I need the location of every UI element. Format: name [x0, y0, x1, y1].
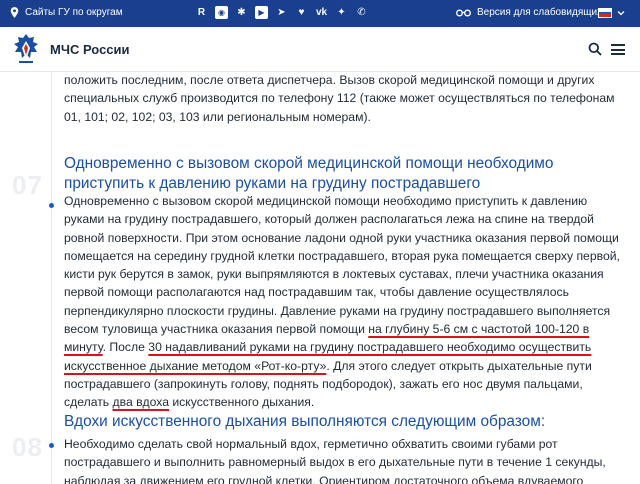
- intro-paragraph: положить последним, после ответа диспетч…: [64, 73, 615, 124]
- accessibility-version-link[interactable]: Версия для слабовидящих: [456, 7, 602, 18]
- highlight-two-breaths: два вдоха: [112, 395, 169, 410]
- glasses-icon: [456, 9, 471, 16]
- top-bar: Сайты ГУ по округам R ◉ ✱ ▶ ➤ ♥ vk ✦ ✆ Версия дл…: [0, 0, 640, 27]
- accessibility-version-label: Версия для слабовидящих: [477, 7, 603, 18]
- ok-icon[interactable]: ◉: [215, 6, 228, 19]
- russian-flag-icon[interactable]: [598, 8, 612, 18]
- phone-icon[interactable]: ✆: [355, 6, 368, 19]
- step-07-text: Одновременно с вызовом скорой медицинско…: [64, 194, 620, 410]
- step-number-08: 08: [12, 432, 43, 462]
- step-08-marker: [49, 443, 54, 448]
- vk-icon[interactable]: vk: [315, 6, 328, 19]
- emercom-emblem-logo[interactable]: [12, 33, 40, 65]
- step-07-heading: Одновременно с вызовом скорой медицинско…: [64, 155, 554, 192]
- dzen-icon[interactable]: ✱: [235, 6, 248, 19]
- youtube-icon[interactable]: ▶: [255, 6, 268, 19]
- rutube-icon[interactable]: R: [195, 6, 208, 19]
- location-pin-icon: [10, 7, 19, 18]
- step-08-heading: Вдохи искусственного дыхания выполняются…: [64, 413, 546, 430]
- telegram-icon[interactable]: ➤: [275, 6, 288, 19]
- tenchat-icon[interactable]: ✦: [335, 6, 348, 19]
- chevron-down-icon[interactable]: [617, 9, 625, 17]
- search-icon[interactable]: [588, 42, 602, 56]
- regional-sites-label: Сайты ГУ по округам: [25, 7, 123, 18]
- menu-icon[interactable]: [611, 44, 625, 55]
- step-number-07: 07: [12, 170, 43, 200]
- timeline-line: [51, 72, 52, 484]
- social-links: R ◉ ✱ ▶ ➤ ♥ vk ✦ ✆: [195, 6, 368, 19]
- step-08-text: Необходимо сделать свой нормальный вдох,…: [64, 437, 606, 484]
- article-content: положить последним, после ответа диспетч…: [0, 72, 640, 484]
- regional-sites-link[interactable]: Сайты ГУ по округам: [10, 7, 123, 18]
- step-07-marker: [49, 203, 54, 208]
- site-title[interactable]: МЧС России: [50, 42, 130, 57]
- site-header: МЧС России: [0, 27, 640, 72]
- heart-icon[interactable]: ♥: [295, 6, 308, 19]
